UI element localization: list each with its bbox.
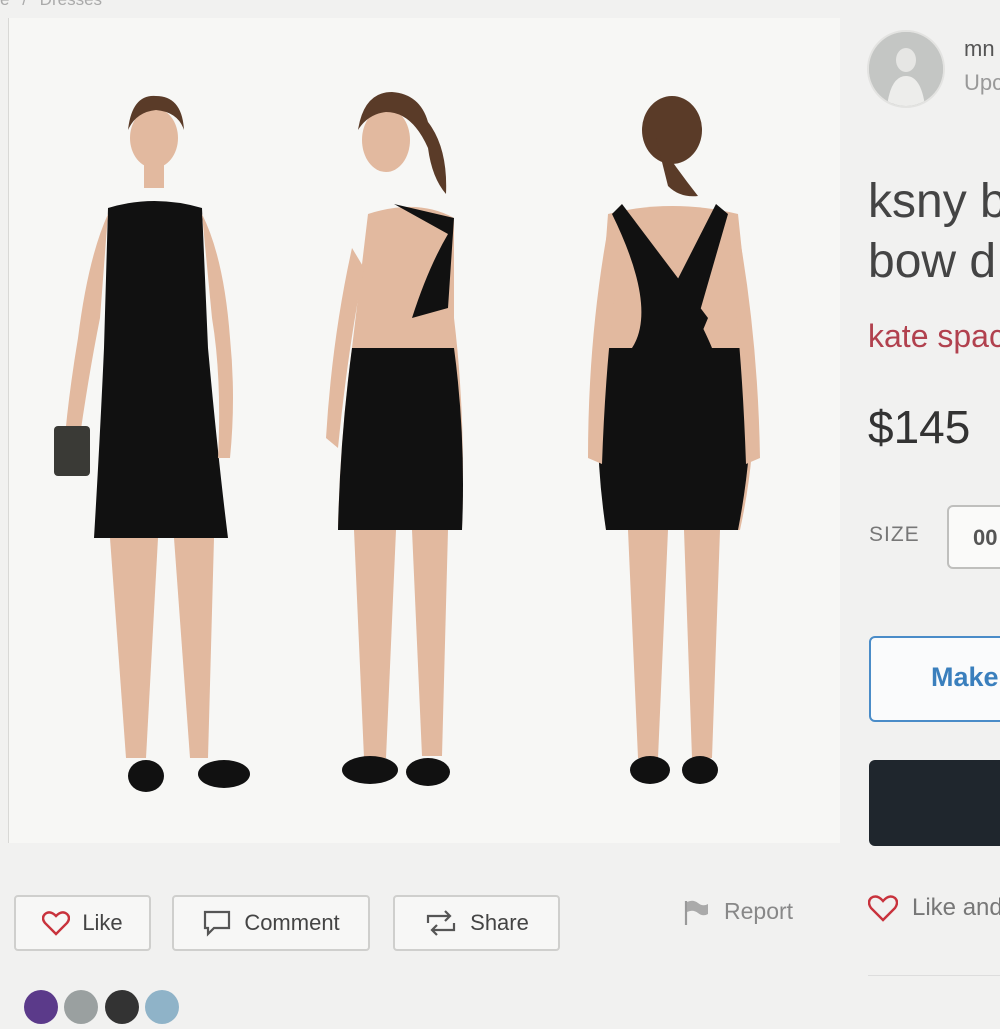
divider — [868, 975, 1000, 976]
share-button[interactable]: Share — [393, 895, 560, 951]
seller-avatar[interactable] — [867, 30, 945, 108]
flag-icon — [684, 900, 708, 925]
avatar[interactable] — [24, 990, 58, 1024]
like-button[interactable]: Like — [14, 895, 151, 951]
size-label: SIZE — [869, 523, 920, 546]
listing-price: $145 — [868, 401, 971, 453]
breadcrumb-item[interactable]: e — [0, 0, 9, 9]
breadcrumb-separator: / — [22, 0, 27, 9]
comment-label: Comment — [244, 910, 340, 935]
share-label: Share — [470, 910, 529, 935]
photo-border — [8, 18, 9, 843]
comment-button[interactable]: Comment — [172, 895, 370, 951]
size-option[interactable]: 00 — [947, 505, 1000, 569]
liker-avatars — [24, 990, 184, 1024]
likes-summary: Like and — [868, 894, 1000, 922]
report-link[interactable]: Report — [682, 898, 793, 925]
seller-name[interactable]: mn — [964, 36, 995, 62]
avatar[interactable] — [64, 990, 99, 1024]
report-label: Report — [724, 898, 794, 924]
make-offer-button[interactable]: Make — [869, 636, 1000, 722]
product-photo[interactable] — [8, 18, 840, 843]
share-icon — [427, 910, 456, 936]
avatar[interactable] — [104, 990, 139, 1024]
heart-icon — [868, 895, 898, 922]
heart-icon — [42, 911, 71, 936]
avatar[interactable] — [145, 990, 180, 1024]
listing-brand[interactable]: kate spac — [868, 318, 1000, 355]
buy-now-button[interactable] — [869, 760, 1000, 846]
comment-icon — [204, 910, 231, 937]
likes-summary-text: Like and — [912, 894, 1000, 921]
seller-updated-text: Upc — [964, 70, 1000, 95]
like-label: Like — [82, 910, 123, 935]
listing-title: ksny b bow d — [868, 175, 1000, 288]
breadcrumb-item[interactable]: Dresses — [40, 0, 102, 9]
breadcrumb: e / Dresses — [0, 0, 110, 10]
